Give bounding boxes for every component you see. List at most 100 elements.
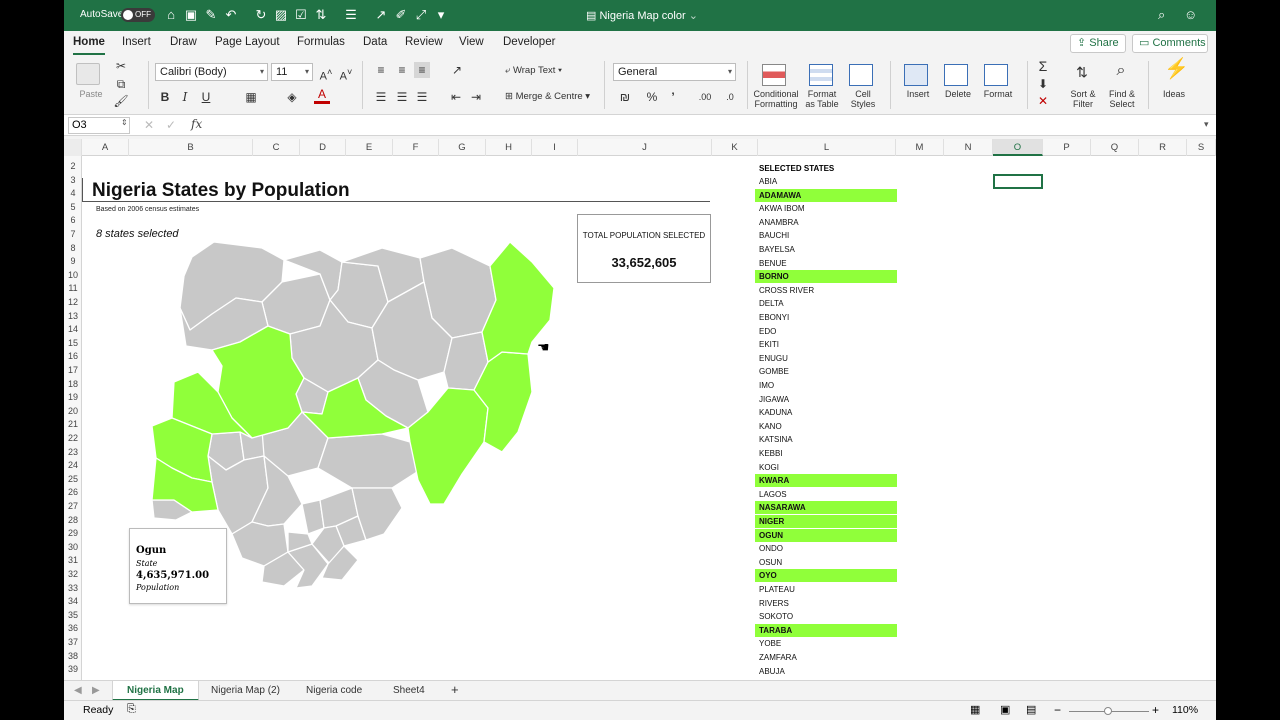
autosum-icon[interactable]: Σ [1035, 58, 1051, 74]
row-header[interactable]: 17 [64, 365, 82, 375]
worksheet[interactable]: Nigeria States by Population Based on 20… [82, 156, 1216, 680]
row-header[interactable]: 36 [64, 623, 82, 633]
row-header[interactable]: 14 [64, 324, 82, 334]
column-header[interactable]: G [439, 139, 486, 156]
row-header[interactable]: 16 [64, 351, 82, 361]
underline-button[interactable]: U [198, 89, 214, 105]
conditional-formatting-button[interactable]: Conditional Formatting [751, 89, 801, 109]
page-layout-view-icon[interactable]: ▣ [1000, 703, 1010, 716]
scroll-right-icon[interactable]: ▶ [92, 685, 100, 696]
row-header[interactable]: 38 [64, 651, 82, 661]
format-as-table-icon[interactable] [809, 64, 833, 86]
increase-font-icon[interactable]: A˄ [318, 64, 334, 85]
row-header[interactable]: 13 [64, 311, 82, 321]
column-header[interactable]: M [896, 139, 944, 156]
sort-filter-icon[interactable]: ⇅ [1074, 64, 1090, 80]
row-header[interactable]: 21 [64, 419, 82, 429]
italic-button[interactable]: I [177, 89, 193, 105]
row-header[interactable]: 28 [64, 515, 82, 525]
tab-formulas[interactable]: Formulas [297, 36, 345, 48]
increase-decimal-icon[interactable]: .00 [697, 89, 713, 105]
share-button[interactable]: ⇪ Share [1070, 34, 1126, 53]
row-header[interactable]: 8 [64, 243, 82, 253]
comma-style-icon[interactable]: ’ [665, 89, 681, 105]
zoom-in-icon[interactable]: + [1152, 703, 1159, 717]
row-header[interactable]: 11 [64, 283, 82, 293]
tab-data[interactable]: Data [363, 36, 387, 48]
row-header[interactable]: 31 [64, 555, 82, 565]
row-header[interactable]: 15 [64, 338, 82, 348]
normal-view-icon[interactable]: ▦ [970, 703, 980, 716]
conditional-formatting-icon[interactable] [762, 64, 786, 86]
sheet-tab-nigeria-map[interactable]: Nigeria Map [112, 681, 199, 701]
smiley-icon[interactable]: ☺ [1184, 7, 1197, 22]
row-header[interactable]: 3 [64, 175, 82, 185]
state-benue[interactable] [317, 433, 421, 489]
column-header[interactable]: B [129, 139, 253, 156]
row-header[interactable]: 39 [64, 664, 82, 674]
row-header[interactable]: 9 [64, 256, 82, 266]
row-header[interactable]: 37 [64, 637, 82, 647]
column-header[interactable]: R [1139, 139, 1187, 156]
align-right-icon[interactable]: ☰ [414, 89, 430, 105]
row-header[interactable]: 19 [64, 392, 82, 402]
sheet-tab-nigeria-code[interactable]: Nigeria code [306, 685, 362, 696]
customize-toolbar-icon[interactable]: ▾ [433, 7, 449, 23]
search-icon[interactable]: ⌕ [1158, 7, 1165, 23]
column-header[interactable]: F [393, 139, 439, 156]
name-box-stepper-icon[interactable]: ⇕ [121, 118, 128, 127]
align-middle-icon[interactable]: ≡ [394, 62, 410, 78]
tab-page-layout[interactable]: Page Layout [215, 36, 280, 48]
align-top-icon[interactable]: ≡ [373, 62, 389, 78]
sort-icon[interactable]: ⇅ [313, 7, 329, 23]
row-header[interactable]: 32 [64, 569, 82, 579]
column-header[interactable]: D [300, 139, 346, 156]
row-header[interactable]: 30 [64, 542, 82, 552]
column-header[interactable]: N [944, 139, 993, 156]
align-left-icon[interactable]: ☰ [373, 89, 389, 105]
decrease-indent-icon[interactable]: ⇤ [448, 89, 464, 105]
picture-icon[interactable]: ▨ [273, 7, 289, 23]
row-header[interactable]: 26 [64, 487, 82, 497]
clear-icon[interactable]: ✕ [1035, 93, 1051, 109]
row-header[interactable]: 25 [64, 474, 82, 484]
column-header[interactable]: J [578, 139, 712, 156]
fit-screen-icon[interactable]: ⤢ [413, 7, 429, 23]
row-header[interactable]: 33 [64, 583, 82, 593]
save-icon[interactable]: ▣ [183, 7, 199, 23]
row-header[interactable]: 12 [64, 297, 82, 307]
decrease-decimal-icon[interactable]: .0 [722, 89, 738, 105]
expand-formula-icon[interactable]: ▾ [1204, 119, 1209, 130]
edit-icon[interactable]: ✎ [203, 7, 219, 23]
row-header[interactable]: 24 [64, 460, 82, 470]
align-icon[interactable]: ☰ [343, 7, 359, 23]
zoom-out-icon[interactable]: − [1054, 703, 1061, 717]
format-painter-icon[interactable]: 🖌 [113, 93, 129, 109]
zoom-level[interactable]: 110% [1172, 704, 1198, 716]
format-as-table-button[interactable]: Format as Table [802, 89, 842, 109]
insert-button[interactable]: Insert [900, 89, 936, 99]
increase-indent-icon[interactable]: ⇥ [468, 89, 484, 105]
row-header[interactable]: 27 [64, 501, 82, 511]
delete-cells-icon[interactable] [944, 64, 968, 86]
bold-button[interactable]: B [157, 89, 173, 105]
redo-icon[interactable]: ↻ [253, 7, 269, 23]
select-all-corner[interactable] [64, 139, 82, 156]
add-sheet-icon[interactable]: + [451, 682, 459, 697]
column-header[interactable]: K [712, 139, 758, 156]
currency-icon[interactable]: ₪ [617, 89, 633, 105]
accessibility-icon[interactable]: ⎘ [127, 703, 136, 716]
align-bottom-icon[interactable]: ≡ [414, 62, 430, 78]
ideas-icon[interactable]: ⚡ [1164, 59, 1189, 79]
column-header[interactable]: S [1187, 139, 1216, 156]
page-break-view-icon[interactable]: ▤ [1026, 703, 1036, 716]
zoom-slider-handle[interactable] [1104, 707, 1112, 715]
home-icon[interactable]: ⌂ [163, 7, 179, 23]
borders-icon[interactable]: ▦ [243, 89, 259, 105]
row-header[interactable]: 22 [64, 433, 82, 443]
row-header[interactable]: 18 [64, 379, 82, 389]
column-header[interactable]: Q [1091, 139, 1139, 156]
fill-color-icon[interactable]: ◈ [284, 89, 300, 105]
arrow-icon[interactable]: ↗ [373, 7, 389, 23]
tab-developer[interactable]: Developer [503, 36, 555, 48]
